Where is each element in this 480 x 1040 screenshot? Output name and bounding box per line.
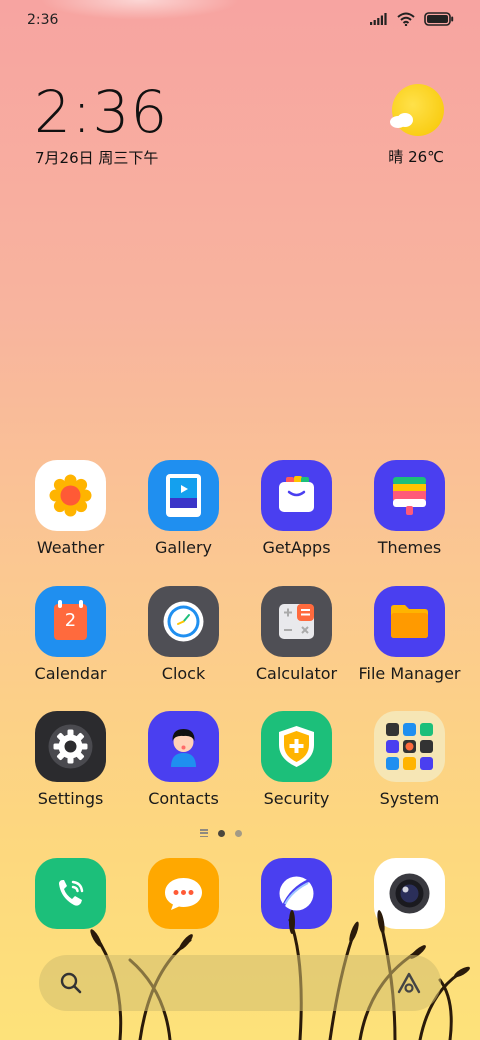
weather-text: 晴 26℃ (388, 148, 444, 166)
status-time: 2:36 (27, 12, 59, 28)
calculator-icon (261, 586, 332, 657)
security-icon (261, 711, 332, 782)
status-bar: 2:36 (0, 0, 480, 40)
app-file-manager[interactable]: File Manager (353, 586, 466, 683)
app-weather[interactable]: Weather (14, 460, 127, 557)
clock-widget-time[interactable]: 2:36 (34, 78, 168, 146)
page-dot (235, 829, 242, 837)
page-dot-active (218, 829, 225, 837)
signal-icon (370, 13, 387, 25)
sun-icon (392, 84, 444, 136)
camera-icon (389, 873, 430, 914)
app-calendar[interactable]: 2 Calendar (14, 586, 127, 683)
dock-messages[interactable] (148, 858, 219, 929)
app-contacts[interactable]: Contacts (127, 711, 240, 808)
app-security[interactable]: Security (240, 711, 353, 808)
app-getapps[interactable]: GetApps (240, 460, 353, 557)
themes-icon (374, 460, 445, 531)
app-label: Calendar (34, 664, 107, 683)
assistant-icon[interactable] (395, 971, 423, 995)
settings-icon (35, 711, 106, 782)
app-label: Contacts (148, 789, 219, 808)
browser-icon (279, 876, 314, 911)
app-label: GetApps (262, 538, 331, 557)
folder-icon (374, 711, 445, 782)
clock-icon (148, 586, 219, 657)
app-label: Calculator (255, 664, 338, 683)
clock-widget-date[interactable]: 7月26日 周三下午 (35, 147, 158, 168)
wifi-icon (397, 12, 415, 26)
dock-browser[interactable] (261, 858, 332, 929)
messages-icon (165, 878, 202, 910)
app-clock[interactable]: Clock (127, 586, 240, 683)
weather-widget[interactable]: 晴 26℃ (388, 84, 444, 166)
dock-camera[interactable] (374, 858, 445, 929)
cloud-icon (390, 113, 413, 128)
app-label: Themes (377, 538, 442, 557)
app-label: System (379, 789, 440, 808)
app-calculator[interactable]: Calculator (240, 586, 353, 683)
app-label: Clock (161, 664, 206, 683)
file-manager-icon (374, 586, 445, 657)
gallery-icon (148, 460, 219, 531)
calendar-icon: 2 (35, 586, 106, 657)
app-system-folder[interactable]: System (353, 711, 466, 808)
dock-phone[interactable] (35, 858, 106, 929)
app-label: Security (263, 789, 330, 808)
getapps-icon (261, 460, 332, 531)
app-label: File Manager (358, 664, 461, 683)
search-icon[interactable] (59, 971, 83, 995)
app-label: Weather (36, 538, 105, 557)
contacts-icon (148, 711, 219, 782)
page-indicator[interactable] (200, 829, 242, 837)
status-icons (370, 12, 454, 26)
app-label: Settings (37, 789, 104, 808)
app-themes[interactable]: Themes (353, 460, 466, 557)
phone-icon (59, 880, 84, 906)
search-bar[interactable] (39, 955, 441, 1011)
battery-icon (424, 12, 454, 26)
weather-icon (35, 460, 106, 531)
calendar-date: 2 (64, 610, 77, 631)
app-settings[interactable]: Settings (14, 711, 127, 808)
home-feed-indicator-icon (200, 829, 208, 837)
app-gallery[interactable]: Gallery (127, 460, 240, 557)
app-label: Gallery (155, 538, 212, 557)
